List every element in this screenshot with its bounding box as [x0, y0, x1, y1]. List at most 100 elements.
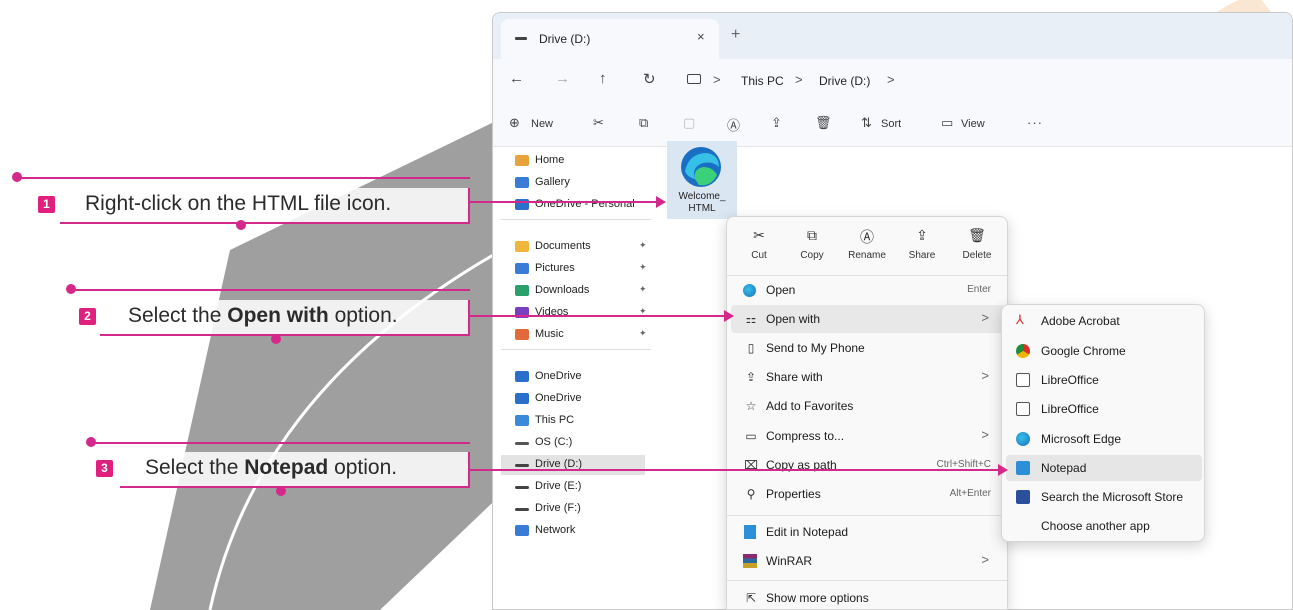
menu-item-label: Open with: [766, 312, 821, 326]
open-with-search-the-microsoft-store[interactable]: Search the Microsoft Store: [1006, 484, 1202, 510]
menu-item-label: Properties: [766, 487, 821, 501]
menu-item-edit-in-notepad[interactable]: Edit in Notepad: [731, 518, 1005, 546]
menu-item-properties[interactable]: ⚲ Properties Alt+Enter: [731, 480, 1005, 508]
file-welcome-html[interactable]: Welcome_ HTML: [667, 141, 737, 219]
quick-action-label: Share: [908, 250, 936, 261]
file-name-line2: HTML: [688, 203, 716, 214]
menu-item-winrar[interactable]: WinRAR >: [731, 547, 1005, 575]
divider: [501, 219, 651, 220]
sidebar-item-label: This PC: [535, 414, 575, 426]
sidebar-item-pictures[interactable]: Pictures ✦: [507, 259, 653, 279]
menu-item-copy-as-path[interactable]: ⌧ Copy as path Ctrl+Shift+C: [731, 451, 1005, 479]
navigation-pane: Home Gallery OneDrive - Personal Documents ✦…: [493, 147, 653, 609]
pictures-icon: [515, 263, 529, 274]
title-bar: Drive (D:) × +: [493, 13, 1292, 59]
submenu-item-label: Search the Microsoft Store: [1041, 490, 1184, 504]
sidebar-item-documents[interactable]: Documents ✦: [507, 237, 653, 257]
up-icon[interactable]: ↑: [599, 70, 607, 87]
open-with-adobe-acrobat[interactable]: ⅄ Adobe Acrobat: [1006, 308, 1202, 334]
open-with-libreoffice[interactable]: LibreOffice: [1006, 396, 1202, 422]
connector-line: [18, 177, 470, 179]
open-with-notepad[interactable]: Notepad: [1006, 455, 1202, 481]
sidebar-item-onedrive[interactable]: OneDrive: [507, 367, 653, 387]
chevron-right-icon: >: [981, 310, 989, 325]
sidebar-item-onedrive[interactable]: OneDrive: [507, 389, 653, 409]
menu-item-open-with[interactable]: ⚏ Open with >: [731, 305, 1005, 333]
cloud-icon: [515, 393, 529, 404]
step-1-text: Right-click on the HTML file icon.: [85, 192, 392, 215]
close-tab-icon[interactable]: ×: [697, 29, 705, 44]
sidebar-item-network[interactable]: Network: [507, 521, 653, 541]
delete-icon[interactable]: 🗑: [815, 115, 832, 131]
sidebar-item-label: Gallery: [535, 176, 570, 188]
menu-item-share-with[interactable]: ⇪ Share with >: [731, 363, 1005, 391]
open-with-microsoft-edge[interactable]: Microsoft Edge: [1006, 426, 1202, 452]
more-options-button[interactable]: ···: [1027, 115, 1043, 130]
pin-icon: ✦: [639, 262, 647, 272]
tab-title: Drive (D:): [539, 32, 591, 46]
menu-item-send-to-my-phone[interactable]: ▯ Send to My Phone: [731, 334, 1005, 362]
view-icon[interactable]: ▭: [941, 115, 953, 131]
menu-item-compress-to[interactable]: ▭ Compress to... >: [731, 422, 1005, 450]
sidebar-item-home[interactable]: Home: [507, 151, 653, 171]
sidebar-item-music[interactable]: Music ✦: [507, 325, 653, 345]
back-icon[interactable]: ←: [509, 70, 524, 87]
delete-quick-action[interactable]: 🗑 Delete: [952, 227, 1002, 261]
menu-item-add-to-favorites[interactable]: ☆ Add to Favorites: [731, 392, 1005, 420]
open-with-google-chrome[interactable]: Google Chrome: [1006, 338, 1202, 364]
refresh-icon[interactable]: ↻: [643, 70, 656, 88]
download-icon: [515, 285, 529, 296]
share-icon[interactable]: ⇪: [771, 115, 782, 131]
step-1-box: 1 Right-click on the HTML file icon.: [38, 188, 470, 224]
share-quick-action[interactable]: ⇪ Share: [897, 227, 947, 261]
connector-line: [72, 289, 470, 291]
sidebar-item-os-c[interactable]: OS (C:): [507, 433, 653, 453]
share-icon: ⇪: [916, 227, 928, 243]
divider: [501, 349, 651, 350]
sidebar-item-drive-e[interactable]: Drive (E:): [507, 477, 653, 497]
sidebar-item-downloads[interactable]: Downloads ✦: [507, 281, 653, 301]
sidebar-item-this-pc[interactable]: This PC: [507, 411, 653, 431]
new-button[interactable]: New: [531, 118, 553, 130]
copy-quick-action[interactable]: ⧉ Copy: [787, 227, 837, 261]
sidebar-item-onedrive-personal[interactable]: OneDrive - Personal: [507, 195, 653, 215]
step-1-badge: 1: [38, 196, 55, 213]
address-bar[interactable]: > This PC > Drive (D:) >: [677, 66, 1292, 96]
open-with-libreoffice[interactable]: LibreOffice: [1006, 367, 1202, 393]
quick-action-label: Rename: [848, 250, 886, 261]
edge-icon: [1016, 432, 1030, 446]
tab-drive-d[interactable]: Drive (D:) ×: [501, 19, 719, 59]
drive-icon: [515, 486, 529, 489]
sort-icon[interactable]: ⇅: [861, 115, 872, 131]
cut-icon[interactable]: ✂: [593, 115, 604, 131]
sidebar-item-videos[interactable]: Videos ✦: [507, 303, 653, 323]
breadcrumb-this-pc[interactable]: This PC: [741, 74, 784, 88]
edge-icon: [743, 284, 756, 297]
sidebar-item-drive-f[interactable]: Drive (F:): [507, 499, 653, 519]
rename-quick-action[interactable]: Ⓐ Rename: [842, 227, 892, 261]
open-with-choose-another-app[interactable]: Choose another app: [1006, 513, 1202, 539]
gallery-icon: [515, 177, 529, 188]
chevron-right-icon: >: [981, 427, 989, 442]
chrome-icon: [1016, 344, 1030, 358]
drive-icon: [515, 37, 527, 40]
sidebar-item-drive-d[interactable]: Drive (D:): [501, 455, 645, 475]
submenu-item-label: Google Chrome: [1041, 344, 1126, 358]
menu-item-open[interactable]: Open Enter: [731, 276, 1005, 304]
view-button[interactable]: View: [961, 118, 985, 130]
paste-icon[interactable]: ▢: [683, 115, 695, 131]
new-plus-icon[interactable]: ⊕: [509, 115, 520, 131]
breadcrumb-drive-d[interactable]: Drive (D:): [819, 74, 870, 88]
chevron-right-icon: >: [981, 552, 989, 567]
step-2-text: Select the Open with option.: [128, 304, 398, 327]
sidebar-item-gallery[interactable]: Gallery: [507, 173, 653, 193]
menu-item-show-more-options[interactable]: ⇱ Show more options: [731, 584, 1005, 610]
divider: [727, 515, 1007, 516]
rename-icon[interactable]: Ⓐ: [727, 115, 740, 134]
forward-icon[interactable]: →: [555, 70, 570, 87]
menu-item-label: Open: [766, 283, 796, 297]
cut-quick-action[interactable]: ✂ Cut: [734, 227, 784, 261]
new-tab-button[interactable]: +: [731, 26, 740, 44]
copy-icon[interactable]: ⧉: [639, 115, 648, 131]
sort-button[interactable]: Sort: [881, 118, 901, 130]
